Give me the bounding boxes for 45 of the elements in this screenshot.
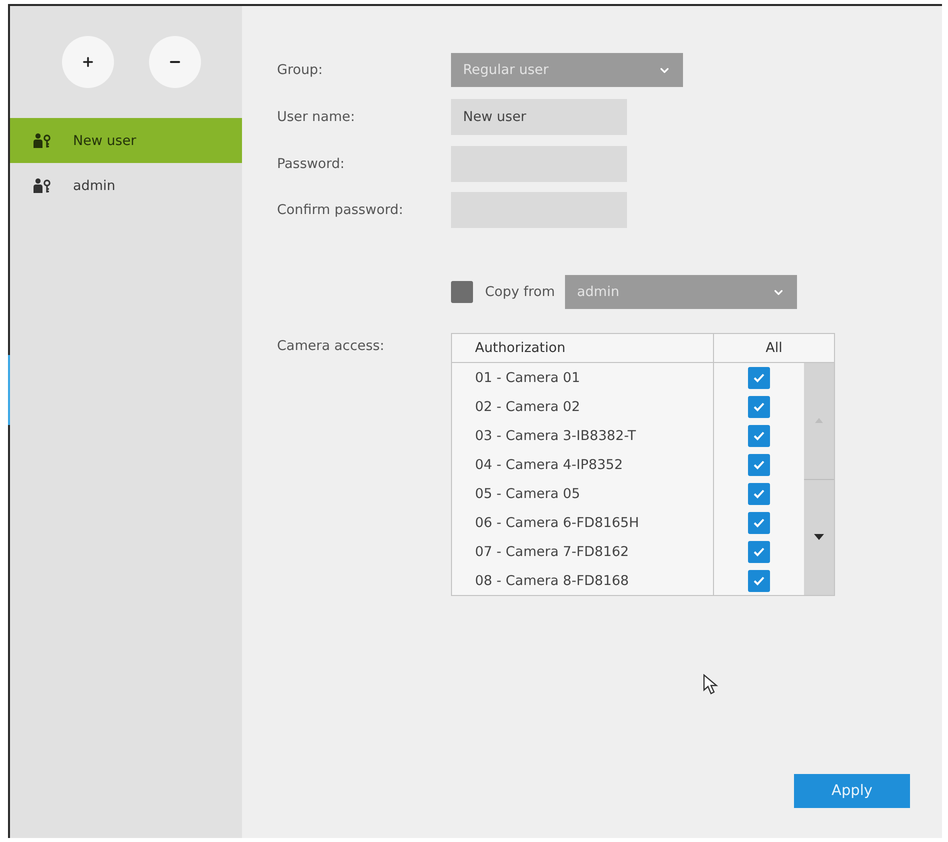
user-list-item[interactable]: New user (10, 118, 242, 163)
column-header: Authorization (474, 339, 566, 358)
camera-checkbox[interactable] (748, 570, 770, 592)
check-icon (753, 372, 765, 382)
field-label: Camera access: (277, 337, 386, 354)
camera-name: 03 - Camera 3-IB8382-T (474, 426, 637, 446)
camera-checkbox[interactable] (748, 424, 770, 446)
check-icon (753, 488, 765, 498)
column-header: All (713, 334, 834, 362)
active-edge-marker (8, 355, 10, 425)
camera-name: 06 - Camera 6-FD8165H (474, 514, 640, 532)
scroll-down-icon[interactable] (814, 534, 824, 540)
camera-checkbox[interactable] (748, 512, 770, 534)
user-key-icon (33, 132, 51, 148)
check-icon (753, 546, 765, 556)
copy-from-checkbox[interactable] (451, 281, 473, 303)
field-label: Group: (277, 62, 324, 78)
camera-name: 01 - Camera 01 (474, 368, 582, 388)
check-icon (753, 518, 765, 528)
user-name: admin (73, 178, 116, 194)
camera-checkbox[interactable] (748, 366, 770, 388)
field-label: Password: (277, 156, 346, 172)
user-list-item[interactable]: admin (10, 163, 242, 208)
check-icon (753, 402, 765, 412)
camera-checkbox[interactable] (748, 396, 770, 418)
check-icon (753, 460, 765, 470)
camera-name: 02 - Camera 02 (474, 398, 582, 416)
field-label: User name: (277, 109, 356, 125)
check-icon (753, 430, 765, 440)
user-key-icon (33, 178, 51, 194)
camera-name: 08 - Camera 8-FD8168 (474, 572, 630, 590)
plus-icon (81, 55, 95, 69)
scrollbar[interactable] (804, 363, 834, 595)
camera-name: 04 - Camera 4-IP8352 (474, 456, 624, 474)
camera-name: 05 - Camera 05 (474, 484, 582, 504)
camera-checkbox[interactable] (748, 540, 770, 562)
text-field[interactable]: New user (451, 99, 627, 135)
camera-checkbox[interactable] (748, 454, 770, 476)
camera-name: 07 - Camera 7-FD8162 (474, 542, 630, 562)
field-label: Confirm password: (277, 202, 404, 218)
check-icon (753, 576, 765, 586)
apply-button[interactable]: Apply (794, 774, 910, 808)
user-name: New user (73, 132, 136, 148)
camera-checkbox[interactable] (748, 482, 770, 504)
copy-from-label: Copy from (485, 284, 555, 300)
